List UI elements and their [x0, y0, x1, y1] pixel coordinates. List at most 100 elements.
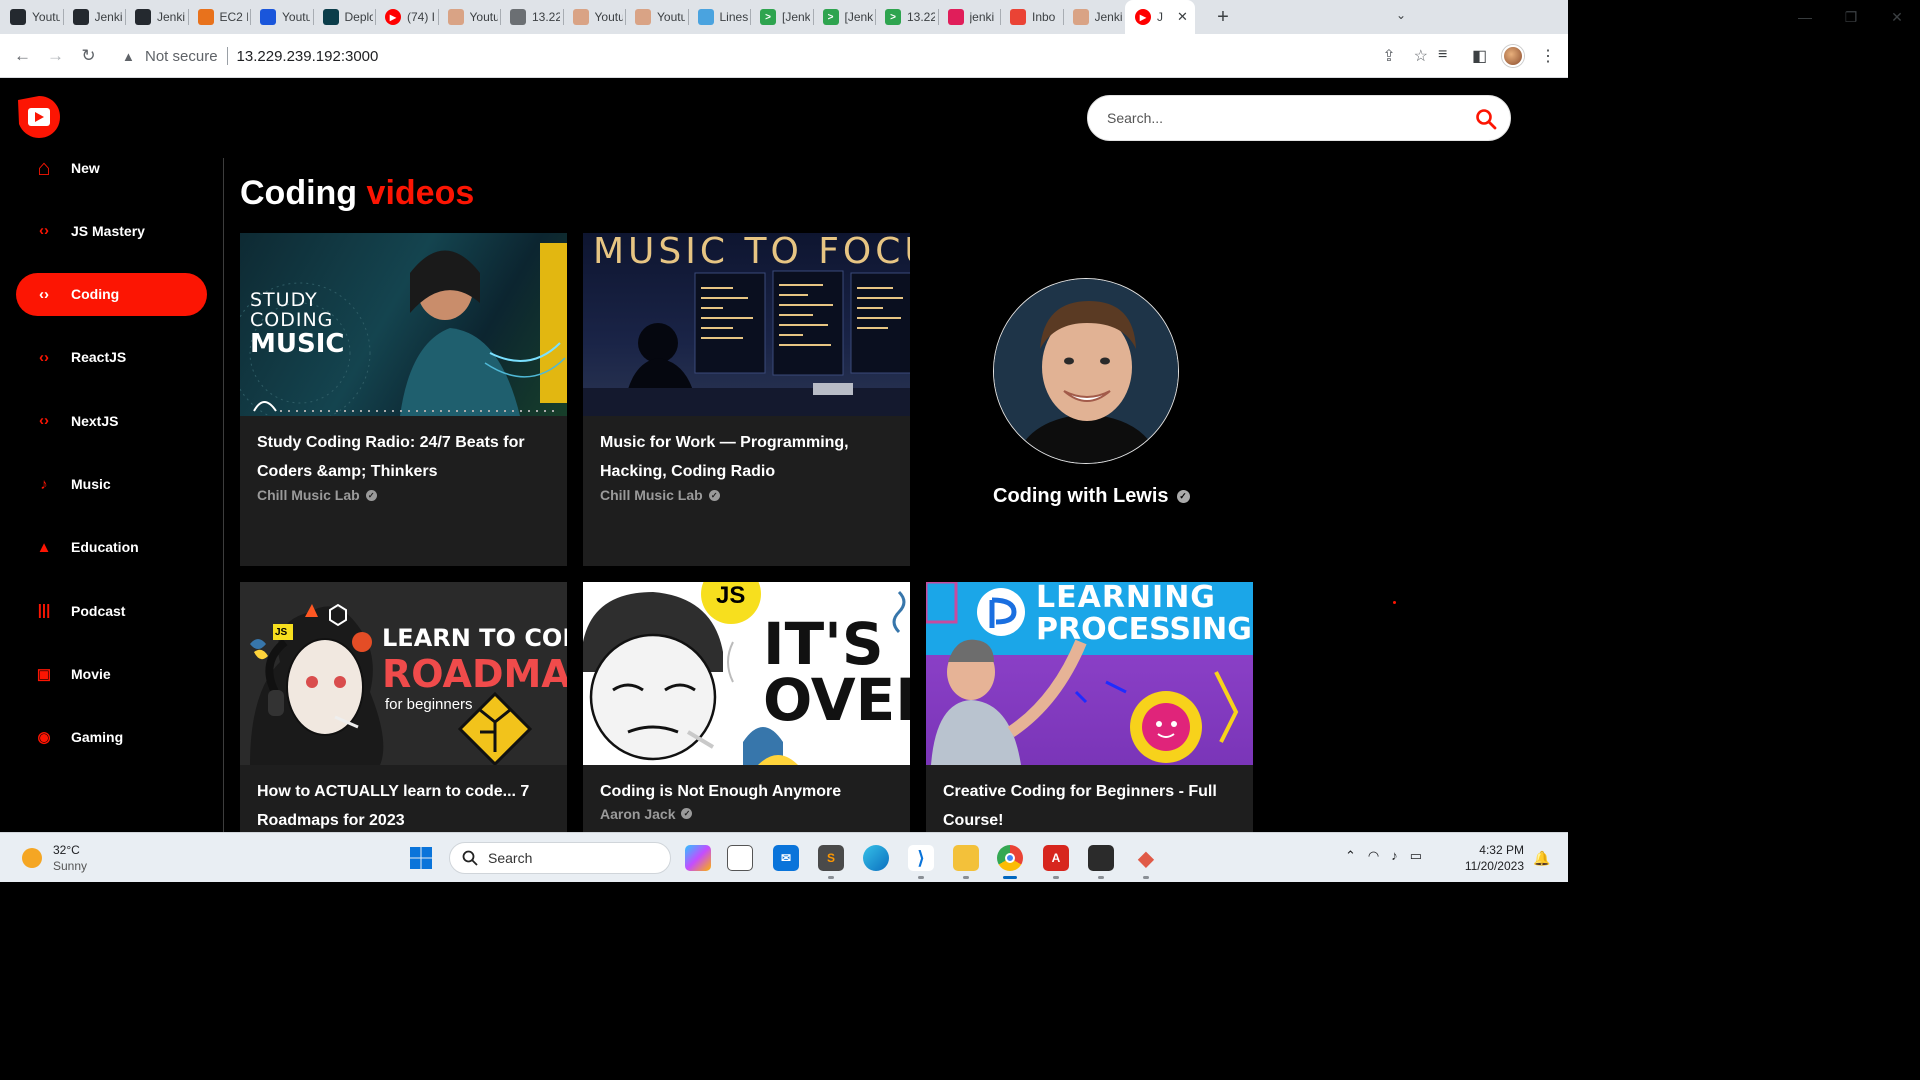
browser-tab-title[interactable]: Inbo [1032, 10, 1060, 24]
back-arrow-icon[interactable]: ← [6, 46, 39, 66]
chrome-icon[interactable] [997, 845, 1023, 879]
mail-icon[interactable]: ✉ [773, 845, 799, 871]
browser-tab[interactable]: ▶ (74) I [375, 0, 438, 34]
browser-tab-title[interactable]: J [1157, 10, 1169, 24]
reading-list-icon[interactable]: ≡ [1438, 46, 1447, 64]
browser-tab[interactable]: 13.22 [500, 0, 563, 34]
browser-tab-title[interactable]: (74) I [407, 10, 435, 24]
browser-tab-title[interactable]: [Jenk [845, 10, 873, 24]
category-movie[interactable]: ▣ Movie [16, 652, 207, 695]
category-education[interactable]: ▲ Education [16, 526, 207, 569]
browser-tab[interactable]: Jenki [1062, 0, 1126, 34]
browser-tab[interactable]: Lines [687, 0, 751, 34]
video-card[interactable]: MUSIC TO FOCU Music for Work — Programmi… [583, 233, 910, 566]
browser-tab[interactable]: ▶ J ✕ [1125, 0, 1195, 34]
notification-bell-icon[interactable]: 🔔 [1533, 850, 1550, 867]
browser-tab-title[interactable]: Youtu [32, 10, 60, 24]
browser-tab[interactable]: > [Jenk [750, 0, 813, 34]
category-gaming[interactable]: ◉ Gaming [16, 716, 207, 759]
youtube-logo-icon[interactable] [16, 94, 62, 140]
profile-avatar[interactable] [1502, 45, 1524, 67]
video-title[interactable]: How to ACTUALLY learn to code... 7 Roadm… [257, 778, 550, 832]
app-icon[interactable] [1088, 845, 1114, 879]
video-thumbnail[interactable]: LEARN TO CODE ROADMAP for beginners JS [240, 582, 567, 765]
category-new[interactable]: ⌂ New [16, 146, 207, 189]
browser-tab[interactable]: > [Jenk [812, 0, 876, 34]
video-card[interactable]: JS IT'S OVER Coding is Not Enough Anymor… [583, 582, 910, 832]
browser-tab-title[interactable]: Jenki [157, 10, 185, 24]
browser-tab-title[interactable]: Youtu [282, 10, 310, 24]
taskbar-search-label[interactable]: Search [488, 850, 532, 866]
video-thumbnail[interactable]: STUDY CODING MUSIC [240, 233, 567, 416]
volume-icon[interactable]: ♪ [1391, 848, 1398, 864]
video-card[interactable]: STUDY CODING MUSIC Study Coding Radio: 2… [240, 233, 567, 566]
file-explorer-icon[interactable] [953, 845, 979, 879]
close-window-icon[interactable]: ✕ [1874, 9, 1920, 26]
browser-tab[interactable]: >13.22 [875, 0, 938, 34]
sublime-icon[interactable]: S [818, 845, 844, 879]
windows-start-icon[interactable] [409, 846, 433, 870]
channel-name[interactable]: Chill Music Lab [600, 487, 703, 503]
video-card[interactable]: LEARN TO CODE ROADMAP for beginners JS H… [240, 582, 567, 832]
category-podcast[interactable]: ||| Podcast [16, 589, 207, 632]
battery-icon[interactable]: ▭ [1410, 848, 1422, 864]
browser-tab[interactable]: Youtu [625, 0, 688, 34]
forward-arrow-icon[interactable]: → [39, 46, 72, 66]
git-icon[interactable]: ◆ [1133, 845, 1159, 879]
browser-tab-title[interactable]: Youtu [657, 10, 685, 24]
acrobat-icon[interactable]: A [1043, 845, 1069, 879]
browser-tab[interactable]: Jenki [125, 0, 188, 34]
browser-tab[interactable]: Youtu [562, 0, 626, 34]
video-channel[interactable]: Chill Music Lab ✓ [600, 487, 893, 503]
browser-tab-title[interactable]: Deplo [345, 10, 373, 24]
channel-title[interactable]: Coding with Lewis ✓ [993, 485, 1190, 508]
wifi-icon[interactable]: ◠ [1368, 848, 1379, 864]
video-title[interactable]: Creative Coding for Beginners - Full Cou… [943, 778, 1236, 832]
new-tab-button[interactable]: + [1209, 6, 1237, 29]
chrome-menu-icon[interactable]: ⋮ [1540, 46, 1556, 66]
clock[interactable]: 4:32 PM 11/20/2023 [1460, 842, 1524, 874]
video-thumbnail[interactable]: MUSIC TO FOCU [583, 233, 910, 416]
copilot-icon[interactable] [685, 845, 711, 871]
bookmark-star-icon[interactable]: ☆ [1414, 46, 1428, 66]
video-title[interactable]: Study Coding Radio: 24/7 Beats for Coder… [257, 429, 550, 486]
browser-tab[interactable]: Deplo [312, 0, 376, 34]
video-title[interactable]: Music for Work — Programming, Hacking, C… [600, 429, 893, 486]
channel-title-text[interactable]: Coding with Lewis [993, 485, 1169, 508]
browser-tab[interactable]: jenki [937, 0, 1001, 34]
channel-name[interactable]: Chill Music Lab [257, 487, 360, 503]
security-label[interactable]: Not secure [145, 48, 218, 65]
side-panel-icon[interactable]: ◧ [1472, 46, 1487, 66]
browser-tab-title[interactable]: EC2 I [220, 10, 248, 24]
maximize-icon[interactable]: ❐ [1828, 9, 1874, 26]
category-reactjs[interactable]: ‹› ReactJS [16, 336, 207, 379]
browser-tab-title[interactable]: [Jenk [782, 10, 810, 24]
browser-tab[interactable]: Youtu [250, 0, 313, 34]
address-bar[interactable]: ▲ Not secure 13.229.239.192:3000 ⇪ ☆ [112, 39, 1438, 73]
search-icon[interactable] [1474, 107, 1498, 131]
search-input[interactable] [1107, 110, 1467, 126]
vscode-icon[interactable]: ⟩ [908, 845, 934, 879]
browser-tab[interactable]: Youtu [0, 0, 63, 34]
minimize-icon[interactable]: — [1782, 9, 1828, 25]
share-icon[interactable]: ⇪ [1382, 46, 1395, 66]
task-view-icon[interactable] [727, 845, 753, 871]
url-text[interactable]: 13.229.239.192:3000 [237, 48, 379, 65]
taskbar-search[interactable]: Search [449, 842, 671, 874]
browser-tab-title[interactable]: 13.22 [907, 10, 935, 24]
tray-chevron-icon[interactable]: ⌃ [1345, 848, 1356, 864]
video-channel[interactable]: Chill Music Lab ✓ [257, 487, 550, 503]
category-js-mastery[interactable]: ‹› JS Mastery [16, 209, 207, 252]
video-channel[interactable]: Aaron Jack ✓ [600, 806, 893, 822]
close-tab-icon[interactable]: ✕ [1177, 9, 1188, 25]
video-title[interactable]: Coding is Not Enough Anymore [600, 778, 893, 807]
video-thumbnail[interactable]: LEARNING PROCESSING [926, 582, 1253, 765]
category-nextjs[interactable]: ‹› NextJS [16, 399, 207, 442]
browser-tab-title[interactable]: Youtu [595, 10, 623, 24]
edge-icon[interactable] [863, 845, 889, 871]
reload-icon[interactable]: ↻ [72, 46, 105, 66]
warning-triangle-icon[interactable]: ▲ [122, 49, 142, 64]
weather-widget[interactable]: 32°C Sunny [22, 842, 87, 874]
browser-tab[interactable]: EC2 I [187, 0, 251, 34]
video-thumbnail[interactable]: JS IT'S OVER [583, 582, 910, 765]
